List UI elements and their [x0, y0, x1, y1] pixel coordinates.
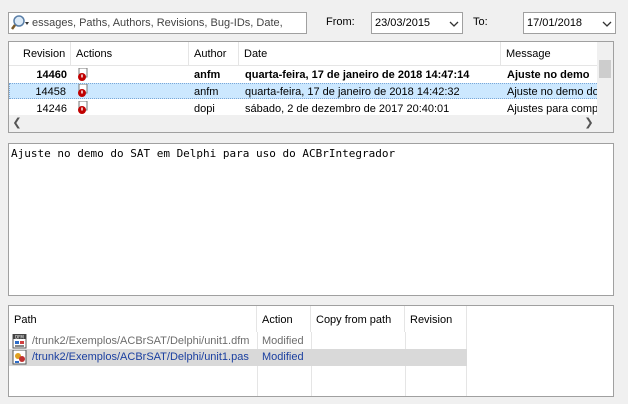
scroll-left-icon[interactable]: ❮ [9, 115, 25, 132]
scrollbar-thumb[interactable] [599, 60, 611, 78]
from-date-value: 23/03/2015 [375, 17, 431, 29]
search-icon[interactable] [11, 14, 31, 32]
to-date-value: 17/01/2018 [527, 17, 583, 29]
paths-header: Path Action Copy from path Revision [9, 306, 467, 332]
dfm-file-icon: DFM [12, 333, 28, 349]
log-row[interactable]: 14460 anfm quarta-feira, 17 de janeiro d… [9, 67, 599, 83]
column-header-action[interactable]: Action [257, 306, 311, 332]
path-row[interactable]: /trunk2/Exemplos/ACBrSAT/Delphi/unit1.pa… [9, 349, 467, 366]
commit-message-text: Ajuste no demo do SAT em Delphi para uso… [11, 147, 396, 160]
message-cell: Ajuste no demo do [507, 86, 598, 98]
log-list-header: Revision Actions Author Date Message [9, 42, 599, 66]
column-header-actions[interactable]: Actions [71, 42, 189, 66]
author-cell: anfm [194, 69, 221, 81]
date-cell: quarta-feira, 17 de janeiro de 2018 14:4… [245, 69, 470, 81]
log-row[interactable]: 14458 anfm quarta-feira, 17 de janeiro d… [9, 83, 599, 99]
column-header-revision[interactable]: Revision [9, 42, 71, 66]
scroll-right-icon[interactable]: ❯ [581, 115, 597, 132]
column-header-path[interactable]: Path [9, 306, 257, 332]
author-cell: anfm [194, 86, 219, 98]
pas-file-icon [12, 349, 28, 365]
modified-action-icon [76, 67, 92, 83]
action-cell: Modified [262, 351, 304, 363]
changed-paths-list[interactable]: Path Action Copy from path Revision DFM … [8, 305, 614, 397]
revision-cell: 14458 [35, 86, 66, 98]
log-horizontal-scrollbar[interactable]: ❮ ❯ [9, 115, 613, 132]
revision-cell: 14460 [36, 69, 67, 81]
chevron-down-icon[interactable] [449, 19, 459, 27]
to-label: To: [473, 16, 488, 28]
log-list[interactable]: Revision Actions Author Date Message 144… [8, 41, 614, 133]
modified-action-icon [76, 84, 92, 100]
log-vertical-scrollbar[interactable] [597, 42, 613, 116]
svg-text:DFM: DFM [15, 334, 24, 339]
message-cell: Ajuste no demo [507, 69, 590, 81]
column-header-revision[interactable]: Revision [405, 306, 467, 332]
column-header-date[interactable]: Date [239, 42, 501, 66]
path-cell: /trunk2/Exemplos/ACBrSAT/Delphi/unit1.df… [32, 335, 250, 347]
search-input[interactable]: essages, Paths, Authors, Revisions, Bug-… [32, 17, 304, 29]
to-date-picker[interactable]: 17/01/2018 [523, 12, 616, 34]
chevron-down-icon[interactable] [602, 19, 612, 27]
column-header-message[interactable]: Message [501, 42, 599, 66]
action-cell: Modified [262, 335, 304, 347]
search-filter-box[interactable]: essages, Paths, Authors, Revisions, Bug-… [8, 12, 307, 34]
from-label: From: [326, 16, 355, 28]
from-date-picker[interactable]: 23/03/2015 [371, 12, 463, 34]
date-cell: quarta-feira, 17 de janeiro de 2018 14:4… [245, 86, 460, 98]
path-row[interactable]: DFM /trunk2/Exemplos/ACBrSAT/Delphi/unit… [9, 333, 467, 350]
commit-message-box[interactable]: Ajuste no demo do SAT em Delphi para uso… [8, 143, 614, 296]
column-header-author[interactable]: Author [189, 42, 239, 66]
column-header-copy-from-path[interactable]: Copy from path [311, 306, 405, 332]
path-cell: /trunk2/Exemplos/ACBrSAT/Delphi/unit1.pa… [32, 351, 249, 363]
